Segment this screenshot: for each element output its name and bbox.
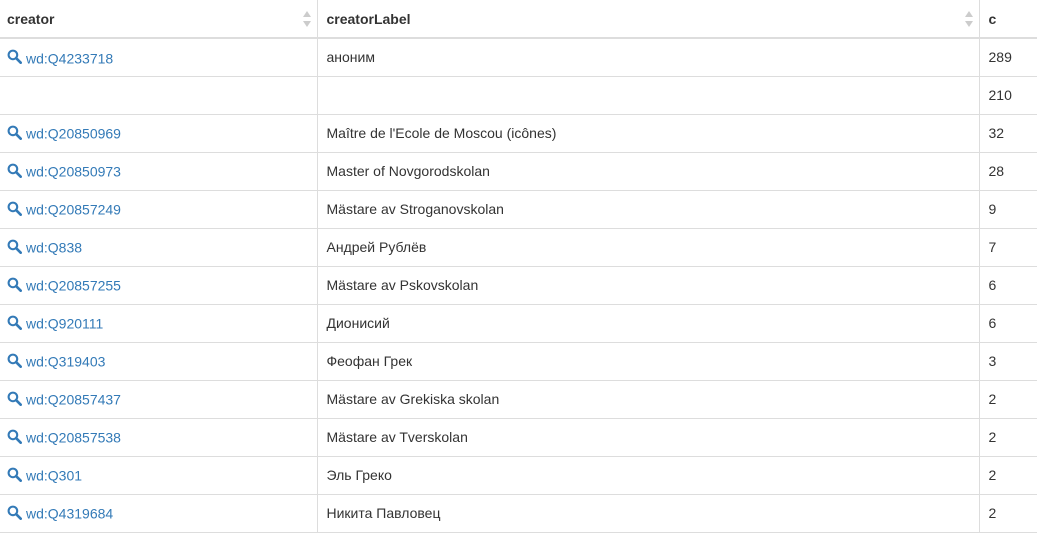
sort-icon[interactable] (964, 11, 973, 27)
magnifier-icon[interactable] (7, 201, 22, 216)
cell-count: 9 (979, 190, 1037, 229)
creator-link[interactable]: wd:Q20857255 (26, 278, 121, 294)
cell-count: 32 (979, 114, 1037, 153)
cell-creator-label: Mästare av Grekiska skolan (317, 380, 980, 419)
cell-creator: wd:Q301 (0, 456, 318, 495)
table-row: wd:Q20857538 Mästare av Tverskolan 2 (0, 418, 1037, 457)
cell-creator-label: аноним (317, 38, 980, 77)
cell-creator-label: Mästare av Pskovskolan (317, 266, 980, 305)
cell-count: 3 (979, 342, 1037, 381)
magnifier-icon[interactable] (7, 315, 22, 330)
magnifier-icon[interactable] (7, 467, 22, 482)
magnifier-icon[interactable] (7, 277, 22, 292)
column-header-creatorlabel[interactable]: creatorLabel (317, 0, 980, 39)
creator-link[interactable]: wd:Q4233718 (26, 50, 113, 66)
magnifier-icon[interactable] (7, 353, 22, 368)
creator-link[interactable]: wd:Q20857538 (26, 430, 121, 446)
table-row: wd:Q20850969 Maître de l'Ecole de Moscou … (0, 114, 1037, 153)
cell-count: 2 (979, 456, 1037, 495)
cell-creator: wd:Q20850969 (0, 114, 318, 153)
cell-creator: wd:Q20857249 (0, 190, 318, 229)
magnifier-icon[interactable] (7, 163, 22, 178)
table-row: wd:Q4319684 Никита Павловец 2 (0, 494, 1037, 533)
creator-link[interactable]: wd:Q20850969 (26, 126, 121, 142)
cell-count: 28 (979, 152, 1037, 191)
cell-creator: wd:Q319403 (0, 342, 318, 381)
table-row: wd:Q20857437 Mästare av Grekiska skolan 2 (0, 380, 1037, 419)
creator-link[interactable]: wd:Q20857437 (26, 392, 121, 408)
cell-creator-label: Феофан Грек (317, 342, 980, 381)
cell-creator: wd:Q4233718 (0, 38, 318, 77)
table-body: wd:Q4233718 аноним 289 210 wd:Q20850969 Maîtr… (0, 38, 1037, 533)
cell-count: 2 (979, 380, 1037, 419)
table-row: wd:Q920111 Дионисий 6 (0, 304, 1037, 343)
creator-link[interactable]: wd:Q920111 (26, 316, 103, 332)
cell-creator-label: Дионисий (317, 304, 980, 343)
creator-link[interactable]: wd:Q838 (26, 240, 82, 256)
table-header: creator creatorLabel c (0, 0, 1037, 39)
cell-creator: wd:Q20857255 (0, 266, 318, 305)
cell-creator-label: Master of Novgorodskolan (317, 152, 980, 191)
cell-creator: wd:Q20857538 (0, 418, 318, 457)
sort-icon[interactable] (302, 11, 311, 27)
table-row: wd:Q20850973 Master of Novgorodskolan 28 (0, 152, 1037, 191)
column-header-creator-label: creator (7, 10, 55, 27)
column-header-creator[interactable]: creator (0, 0, 318, 39)
table-row: wd:Q20857249 Mästare av Stroganovskolan 9 (0, 190, 1037, 229)
cell-count: 6 (979, 304, 1037, 343)
table-row: 210 (0, 76, 1037, 115)
cell-creator-label: Эль Греко (317, 456, 980, 495)
cell-creator: wd:Q20857437 (0, 380, 318, 419)
cell-creator-label: Mästare av Tverskolan (317, 418, 980, 457)
creator-link[interactable]: wd:Q301 (26, 468, 82, 484)
table-row: wd:Q20857255 Mästare av Pskovskolan 6 (0, 266, 1037, 305)
cell-creator-label (317, 76, 980, 115)
cell-creator: wd:Q20850973 (0, 152, 318, 191)
creator-link[interactable]: wd:Q20857249 (26, 202, 121, 218)
cell-creator (0, 76, 318, 115)
column-header-c[interactable]: c (979, 0, 1037, 39)
cell-creator-label: Никита Павловец (317, 494, 980, 533)
creator-link[interactable]: wd:Q319403 (26, 354, 105, 370)
results-table: creator creatorLabel c wd:Q4233718 аноним… (0, 0, 1037, 533)
magnifier-icon[interactable] (7, 239, 22, 254)
cell-creator: wd:Q838 (0, 228, 318, 267)
cell-creator-label: Андрей Рублёв (317, 228, 980, 267)
cell-creator-label: Maître de l'Ecole de Moscou (icônes) (317, 114, 980, 153)
creator-link[interactable]: wd:Q4319684 (26, 506, 113, 522)
cell-count: 210 (979, 76, 1037, 115)
cell-creator: wd:Q920111 (0, 304, 318, 343)
cell-count: 2 (979, 494, 1037, 533)
cell-count: 289 (979, 38, 1037, 77)
table-row: wd:Q4233718 аноним 289 (0, 38, 1037, 77)
magnifier-icon[interactable] (7, 125, 22, 140)
column-header-creatorlabel-label: creatorLabel (326, 10, 411, 27)
magnifier-icon[interactable] (7, 49, 22, 64)
cell-creator-label: Mästare av Stroganovskolan (317, 190, 980, 229)
magnifier-icon[interactable] (7, 429, 22, 444)
creator-link[interactable]: wd:Q20850973 (26, 164, 121, 180)
cell-creator: wd:Q4319684 (0, 494, 318, 533)
cell-count: 2 (979, 418, 1037, 457)
cell-count: 7 (979, 228, 1037, 267)
cell-count: 6 (979, 266, 1037, 305)
table-row: wd:Q838 Андрей Рублёв 7 (0, 228, 1037, 267)
header-row: creator creatorLabel c (0, 0, 1037, 39)
column-header-c-label: c (988, 10, 997, 27)
table-row: wd:Q319403 Феофан Грек 3 (0, 342, 1037, 381)
table-row: wd:Q301 Эль Греко 2 (0, 456, 1037, 495)
magnifier-icon[interactable] (7, 391, 22, 406)
magnifier-icon[interactable] (7, 505, 22, 520)
